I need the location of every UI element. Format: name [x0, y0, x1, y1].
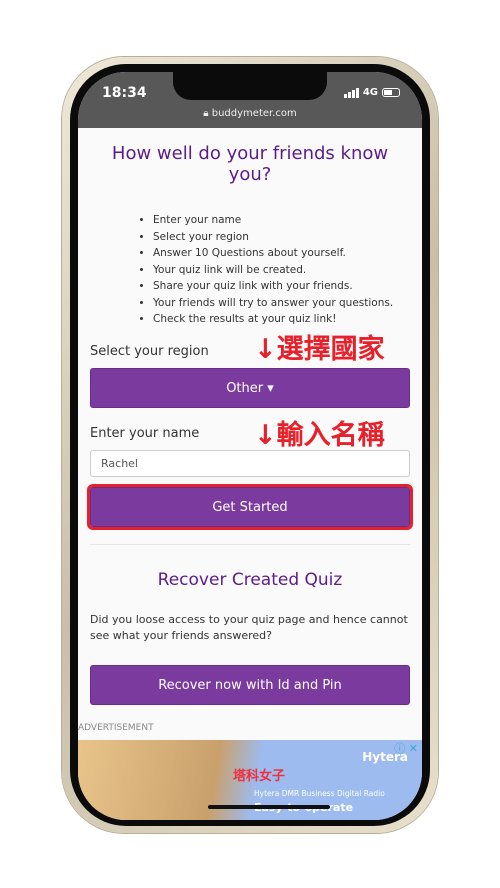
signal-icon: [343, 87, 359, 98]
get-started-button[interactable]: Get Started: [87, 484, 413, 530]
address-bar[interactable]: 🔒︎ buddymeter.com: [78, 108, 422, 119]
list-item: Check the results at your quiz link!: [153, 311, 393, 328]
lock-icon: 🔒︎: [203, 108, 209, 119]
list-item: Your quiz link will be created.: [153, 262, 393, 279]
url-text: buddymeter.com: [211, 108, 297, 119]
divider: [90, 544, 410, 545]
watermark: 塔科女子: [233, 769, 286, 784]
status-icons: 4G: [343, 87, 400, 98]
name-label: Enter your name: [90, 426, 200, 441]
list-item: Share your quiz link with your friends.: [153, 278, 393, 295]
recover-button[interactable]: Recover now with Id and Pin: [90, 665, 410, 705]
name-input[interactable]: Rachel: [90, 450, 410, 477]
list-item: Answer 10 Questions about yourself.: [153, 245, 393, 262]
network-label: 4G: [362, 87, 378, 98]
recover-title: Recover Created Quiz: [157, 570, 343, 590]
ad-label: ADVERTISEMENT: [78, 723, 154, 733]
ad-brand: Hytera: [362, 750, 408, 764]
annotation-region: ↓選擇國家: [254, 334, 385, 365]
list-item: Select your region: [153, 229, 393, 246]
annotation-name: ↓輸入名稱: [254, 420, 385, 451]
list-item: Your friends will try to answer your que…: [153, 295, 393, 312]
battery-icon: [382, 88, 400, 97]
home-indicator: [208, 805, 330, 809]
recover-text: Did you loose access to your quiz page a…: [90, 613, 408, 642]
status-bar: 18:34 4G 🔒︎ buddymeter.com: [78, 72, 422, 128]
notch: [173, 72, 327, 100]
list-item: Enter your name: [153, 212, 393, 229]
ad-subtitle: Hytera DMR Business Digital Radio: [254, 789, 385, 798]
steps-list: Enter your name Select your region Answe…: [153, 212, 393, 328]
clock: 18:34: [102, 85, 147, 101]
region-select[interactable]: Other ▾: [90, 368, 410, 408]
page-title: How well do your friends know you?: [111, 143, 389, 185]
region-label: Select your region: [90, 344, 209, 359]
